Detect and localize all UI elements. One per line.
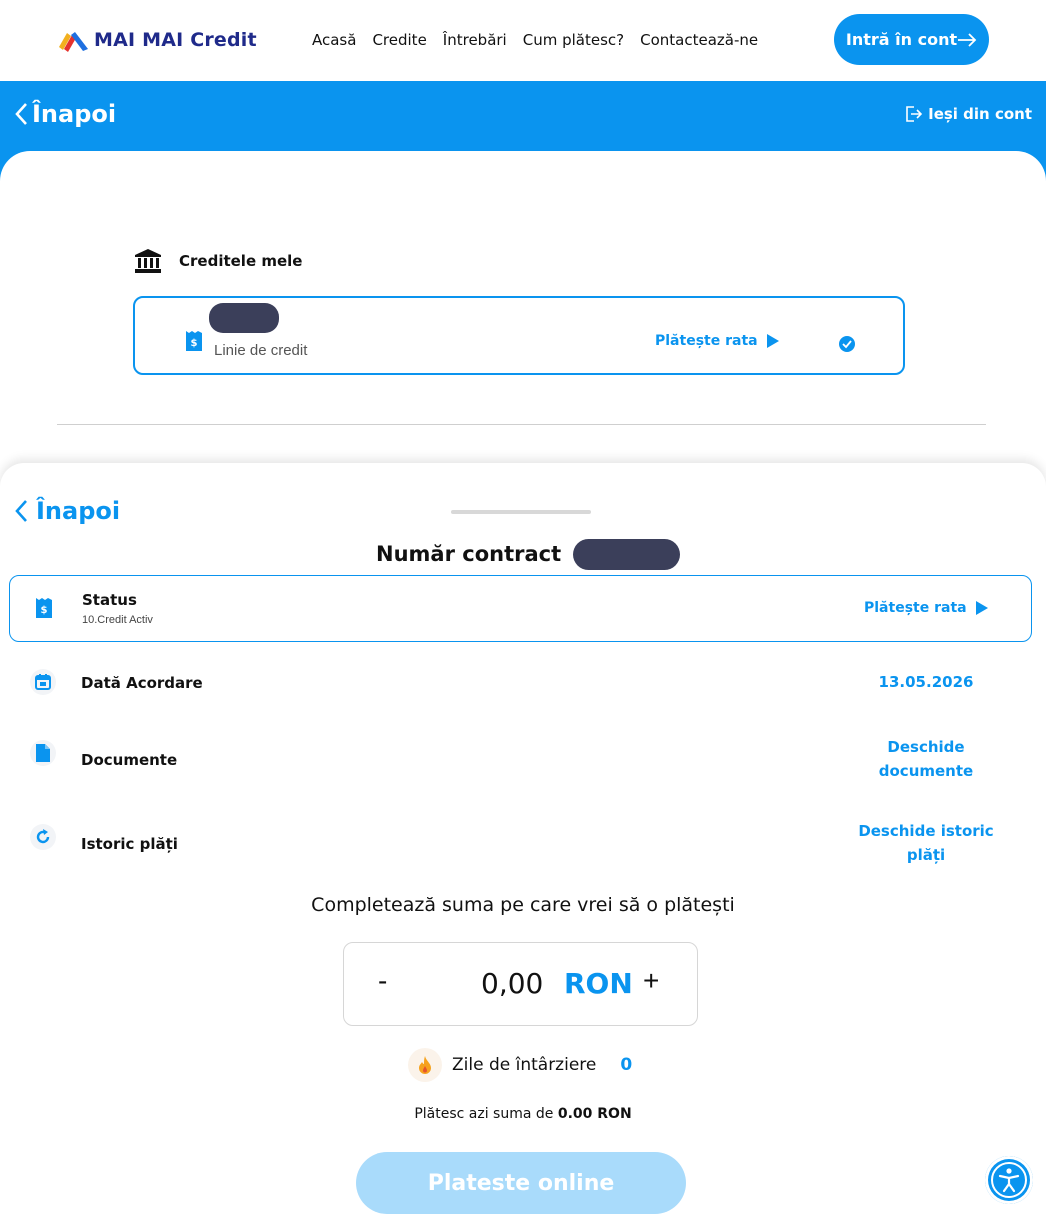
- my-credits-heading: Creditele mele: [133, 248, 302, 274]
- nav-contact[interactable]: Contactează-ne: [640, 31, 758, 49]
- document-icon: [30, 740, 56, 766]
- back-link-sheet[interactable]: Înapoi: [14, 497, 120, 525]
- redacted-contract-number: [573, 539, 680, 570]
- back-link-top[interactable]: Înapoi: [14, 100, 116, 128]
- receipt-dollar-icon: $: [185, 330, 203, 357]
- back-label: Înapoi: [32, 100, 117, 128]
- accessibility-button[interactable]: [985, 1156, 1033, 1204]
- documents-label: Documente: [81, 751, 178, 769]
- play-icon: [975, 601, 988, 615]
- grant-date-value: 13.05.2026: [878, 673, 974, 691]
- status-label: Status: [82, 591, 137, 609]
- credit-type: Linie de credit: [214, 342, 308, 359]
- open-payment-history-link[interactable]: Deschide istoric plăți: [840, 819, 1012, 867]
- brand-logo[interactable]: MAI MAI Credit: [56, 27, 257, 53]
- summary-prefix: Plătesc azi suma de: [414, 1106, 554, 1122]
- status-pay-installment-link[interactable]: Plătește rata: [864, 600, 989, 616]
- currency-label: RON: [564, 967, 633, 1000]
- receipt-dollar-icon: $: [35, 597, 53, 624]
- calendar-icon: [30, 669, 56, 695]
- status-pay-label: Plătește rata: [864, 600, 967, 616]
- my-credits-title: Creditele mele: [179, 252, 303, 270]
- status-value: 10.Credit Activ: [82, 614, 153, 626]
- payment-summary: Plătesc azi suma de 0.00 RON: [0, 1106, 1046, 1122]
- nav-home[interactable]: Acasă: [312, 31, 356, 49]
- logout-icon: [906, 106, 923, 122]
- bank-icon: [135, 249, 161, 273]
- svg-text:$: $: [191, 338, 198, 349]
- nav-faq[interactable]: Întrebări: [443, 31, 507, 49]
- login-button[interactable]: Intră în cont: [834, 14, 989, 65]
- refresh-icon: [30, 824, 56, 850]
- amount-title: Completează suma pe care vrei să o plăte…: [311, 894, 735, 916]
- chevron-left-icon: [15, 500, 27, 522]
- pay-online-button[interactable]: Plateste online: [356, 1152, 686, 1214]
- chevron-left-icon: [15, 103, 27, 125]
- increase-amount-button[interactable]: +: [643, 965, 659, 997]
- logout-link[interactable]: Ieși din cont: [905, 105, 1032, 123]
- sheet-back-label: Înapoi: [36, 497, 121, 525]
- pay-installment-link[interactable]: Plătește rata: [655, 333, 780, 349]
- nav-how-to-pay[interactable]: Cum plătesc?: [523, 31, 624, 49]
- flame-icon: [408, 1048, 442, 1082]
- summary-amount: 0.00 RON: [557, 1106, 632, 1122]
- login-button-label: Intră în cont: [845, 30, 958, 49]
- amount-input[interactable]: 0,00: [481, 967, 543, 1000]
- selected-check-icon: [838, 335, 856, 358]
- logout-label: Ieși din cont: [928, 105, 1032, 123]
- delay-days: Zile de întârziere 0: [408, 1048, 632, 1082]
- amount-stepper: - 0,00 RON +: [343, 942, 698, 1026]
- credit-card[interactable]: $ Linie de credit Plătește rata: [133, 296, 905, 375]
- svg-text:$: $: [41, 605, 48, 616]
- grant-date-label: Dată Acordare: [81, 674, 203, 692]
- delay-days-value: 0: [620, 1055, 633, 1075]
- pay-installment-label: Plătește rata: [655, 333, 758, 349]
- top-navigation: MAI MAI Credit Acasă Credite Întrebări C…: [0, 0, 1046, 81]
- accessibility-icon: [991, 1162, 1027, 1198]
- payment-history-label: Istoric plăți: [81, 835, 178, 853]
- play-icon: [766, 334, 779, 348]
- contract-title: Număr contract: [376, 542, 562, 566]
- delay-days-label: Zile de întârziere: [452, 1055, 597, 1075]
- section-divider: [57, 424, 986, 425]
- nav-credits[interactable]: Credite: [372, 31, 426, 49]
- contract-details-sheet: Înapoi Număr contract $ Status 10.Credit…: [0, 463, 1046, 1232]
- arrow-right-icon: [958, 32, 977, 47]
- logo-mark-icon: [56, 27, 90, 53]
- main-nav: Acasă Credite Întrebări Cum plătesc? Con…: [312, 31, 758, 49]
- decrease-amount-button[interactable]: -: [378, 965, 387, 997]
- logo-text: MAI MAI Credit: [94, 29, 257, 51]
- sheet-drag-handle[interactable]: [451, 510, 591, 514]
- open-documents-link[interactable]: Deschide documente: [840, 735, 1012, 783]
- redacted-credit-name: [209, 303, 279, 333]
- status-card[interactable]: $ Status 10.Credit Activ Plătește rata: [9, 575, 1032, 642]
